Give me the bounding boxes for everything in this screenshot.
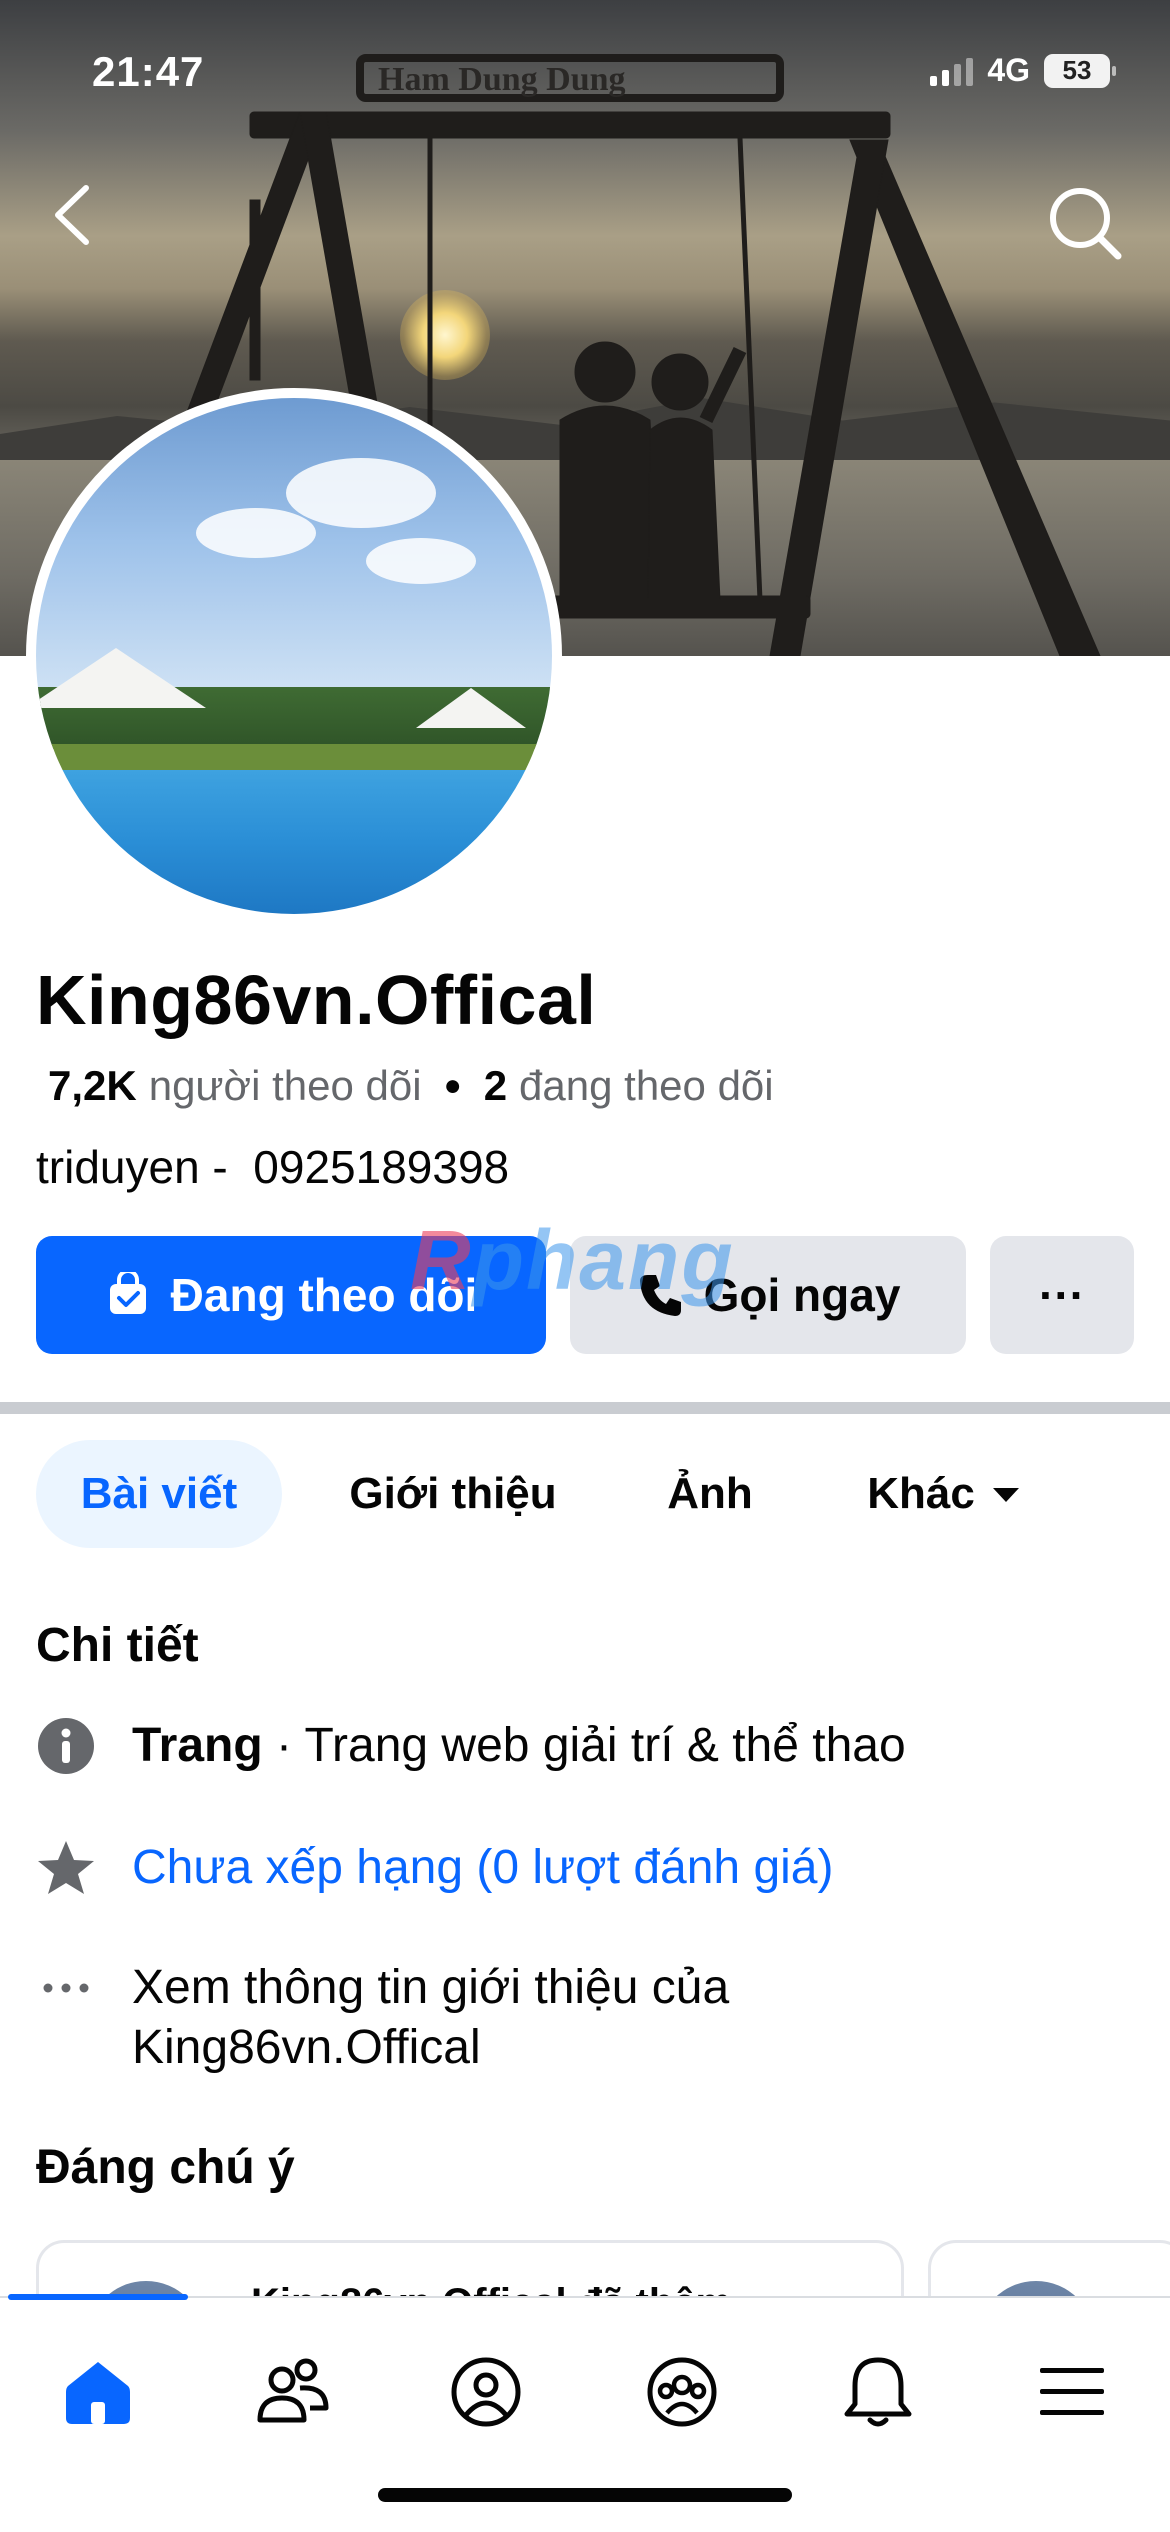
avatar-grass [36, 743, 552, 770]
back-button[interactable] [44, 180, 104, 250]
nav-groups[interactable] [632, 2342, 732, 2442]
info-icon [38, 1718, 94, 1774]
following-label[interactable]: đang theo dõi [519, 1062, 774, 1110]
followers-count[interactable]: 7,2K [48, 1062, 137, 1110]
category-text: · Trang web giải trí & thể thao [262, 1719, 906, 1772]
bell-icon [844, 2357, 912, 2427]
network-type: 4G [987, 52, 1030, 88]
tab-about[interactable]: Giới thiệu [318, 1440, 588, 1548]
following-count[interactable]: 2 [484, 1062, 507, 1110]
phone-icon [639, 1275, 681, 1316]
section-divider [0, 1402, 1170, 1414]
active-tab-indicator [8, 2294, 188, 2300]
category-prefix: Trang [132, 1719, 263, 1772]
status-time: 21:47 [92, 48, 205, 95]
home-icon [66, 2362, 130, 2424]
nav-profile[interactable] [436, 2342, 536, 2442]
following-button[interactable]: Đang theo dõi [36, 1236, 546, 1354]
tab-more[interactable]: Khác [834, 1440, 1054, 1548]
status-indicators: 4G 53 [930, 52, 1116, 89]
notable-title: Đáng chú ý [36, 2141, 295, 2194]
friends-icon [257, 2358, 329, 2423]
search-icon [1050, 188, 1122, 260]
cover-sign-text: Ham Dung Dung [378, 61, 626, 98]
nav-friends[interactable] [242, 2342, 342, 2442]
see-about-line1: Xem thông tin giới thiệu của [132, 1961, 730, 2014]
detail-see-about-row[interactable]: Xem thông tin giới thiệu của King86vn.Of… [36, 1958, 1136, 2078]
nav-menu[interactable] [1022, 2342, 1122, 2442]
call-now-button[interactable]: Gọi ngay [570, 1236, 966, 1354]
rating-link[interactable]: Chưa xếp hạng (0 lượt đánh giá) [132, 1838, 833, 1898]
avatar-pool [36, 769, 552, 914]
search-button[interactable] [1040, 178, 1126, 264]
chevron-left-icon [55, 185, 89, 245]
profile-avatar[interactable] [26, 388, 562, 924]
follow-stats: 7,2K người theo dõi ● 2 đang theo dõi [48, 1062, 774, 1110]
nav-home[interactable] [48, 2342, 148, 2442]
page-name: King86vn.Offical [36, 961, 597, 1039]
hamburger-menu-icon [1040, 2368, 1104, 2415]
cellular-signal-icon [930, 56, 974, 86]
following-bag-icon [109, 1272, 146, 1314]
home-indicator [378, 2488, 792, 2502]
stats-separator: ● [443, 1069, 462, 1102]
tab-posts[interactable]: Bài viết [36, 1440, 282, 1548]
caret-down-icon [992, 1488, 1019, 1502]
page-bio: triduyen - 0925189398 [36, 1141, 510, 1193]
profile-icon [451, 2357, 521, 2427]
more-options-button[interactable]: ··· [990, 1236, 1134, 1354]
see-about-line2: King86vn.Offical [132, 2021, 481, 2074]
detail-rating-row: Chưa xếp hạng (0 lượt đánh giá) [36, 1838, 1136, 1898]
battery-icon: 53 [1044, 53, 1116, 88]
call-now-label: Gọi ngay [703, 1269, 901, 1321]
tab-more-label: Khác [867, 1469, 975, 1518]
details-title: Chi tiết [36, 1619, 199, 1672]
following-button-label: Đang theo dõi [170, 1269, 478, 1321]
groups-icon [647, 2357, 717, 2427]
tab-photos[interactable]: Ảnh [636, 1440, 784, 1548]
followers-label[interactable]: người theo dõi [149, 1062, 422, 1110]
nav-notifications[interactable] [828, 2342, 928, 2442]
more-dots-icon [43, 1983, 89, 1993]
more-options-icon: ··· [1039, 1269, 1085, 1321]
star-icon [38, 1841, 94, 1894]
detail-category-row: Trang · Trang web giải trí & thể thao [36, 1716, 1136, 1776]
